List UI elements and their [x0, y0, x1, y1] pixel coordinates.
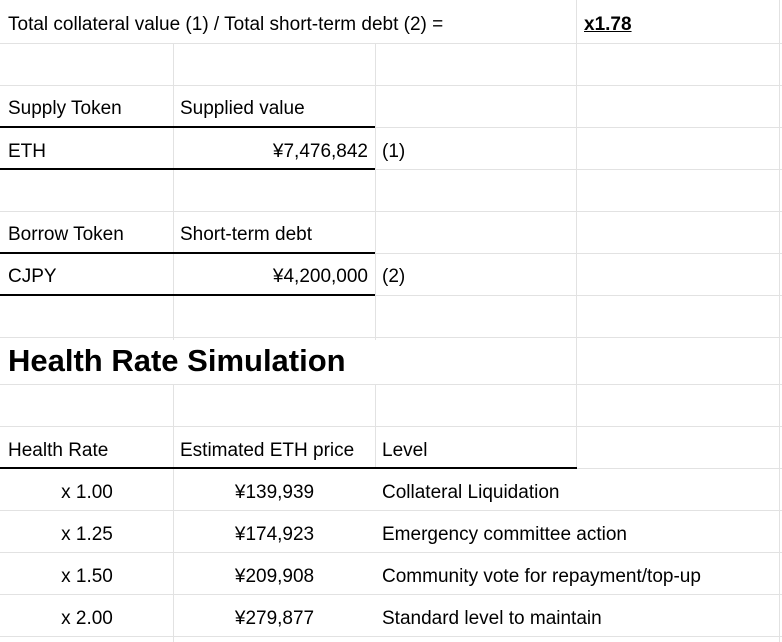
supplied-value-cell[interactable]: ¥7,476,842: [175, 141, 368, 163]
simulation-title[interactable]: Health Rate Simulation: [8, 343, 346, 379]
collateral-ratio-value[interactable]: x1.78: [584, 14, 632, 36]
health-rate-cell[interactable]: x 1.25: [0, 524, 174, 546]
grid-row-divider: [375, 169, 782, 170]
spreadsheet-grid: Total collateral value (1) / Total short…: [0, 0, 782, 642]
grid-column-divider: [576, 0, 577, 468]
borrow-token-cell[interactable]: CJPY: [8, 266, 57, 288]
borrow-token-header[interactable]: Borrow Token: [8, 224, 124, 246]
grid-row-divider: [0, 211, 782, 212]
health-rate-cell[interactable]: x 2.00: [0, 608, 174, 630]
short-term-debt-cell[interactable]: ¥4,200,000: [175, 266, 368, 288]
grid-row-divider: [0, 43, 782, 44]
supply-header-border: [0, 126, 375, 128]
level-header[interactable]: Level: [382, 440, 427, 462]
borrow-marker[interactable]: (2): [382, 266, 405, 288]
grid-row-divider: [0, 552, 782, 553]
borrow-row-border: [0, 294, 375, 296]
grid-row-divider: [375, 253, 782, 254]
grid-row-divider: [0, 337, 782, 338]
supply-token-cell[interactable]: ETH: [8, 141, 46, 163]
grid-row-divider: [0, 594, 782, 595]
eth-price-cell[interactable]: ¥279,877: [174, 608, 375, 630]
supply-token-header[interactable]: Supply Token: [8, 98, 122, 120]
eth-price-cell[interactable]: ¥174,923: [174, 524, 375, 546]
level-cell[interactable]: Community vote for repayment/top-up: [382, 566, 701, 588]
grid-row-divider: [0, 384, 782, 385]
grid-column-divider: [779, 0, 780, 642]
grid-row-divider: [375, 127, 782, 128]
level-cell[interactable]: Standard level to maintain: [382, 608, 602, 630]
eth-price-cell[interactable]: ¥139,939: [174, 482, 375, 504]
short-term-debt-header[interactable]: Short-term debt: [180, 224, 312, 246]
supply-row-border: [0, 168, 375, 170]
supply-marker[interactable]: (1): [382, 141, 405, 163]
level-cell[interactable]: Emergency committee action: [382, 524, 627, 546]
grid-column-divider: [173, 384, 174, 642]
borrow-header-border: [0, 252, 375, 254]
estimated-eth-price-header[interactable]: Estimated ETH price: [180, 440, 354, 462]
health-rate-header[interactable]: Health Rate: [8, 440, 108, 462]
supplied-value-header[interactable]: Supplied value: [180, 98, 305, 120]
simulation-header-border: [0, 467, 577, 469]
health-rate-cell[interactable]: x 1.00: [0, 482, 174, 504]
grid-row-divider: [576, 468, 782, 469]
level-cell[interactable]: Collateral Liquidation: [382, 482, 559, 504]
eth-price-cell[interactable]: ¥209,908: [174, 566, 375, 588]
grid-row-divider: [0, 510, 782, 511]
grid-row-divider: [0, 426, 782, 427]
grid-row-divider: [0, 85, 782, 86]
grid-row-divider: [375, 295, 782, 296]
formula-label[interactable]: Total collateral value (1) / Total short…: [8, 14, 443, 36]
health-rate-cell[interactable]: x 1.50: [0, 566, 174, 588]
grid-row-divider: [0, 636, 782, 637]
